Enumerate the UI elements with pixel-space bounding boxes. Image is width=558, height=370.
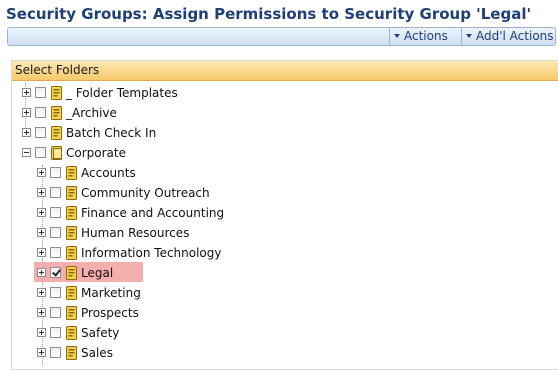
folder-checkbox[interactable] <box>50 227 61 238</box>
actions-menu-button[interactable]: Actions <box>389 28 454 45</box>
actions-toolbar: Actions Add'l Actions <box>7 27 556 46</box>
tree-item-prospects[interactable]: Prospects <box>37 302 139 322</box>
folder-icon <box>66 165 77 180</box>
tree-item-archive[interactable]: _Archive <box>22 102 117 122</box>
tree-item-label: Safety <box>81 325 120 340</box>
folder-icon <box>66 185 77 200</box>
folder-checkbox[interactable] <box>35 87 46 98</box>
tree-item-batch-check-in[interactable]: Batch Check In <box>22 122 156 142</box>
plus-expander-icon[interactable] <box>37 208 46 217</box>
plus-expander-icon[interactable] <box>37 348 46 357</box>
folder-checkbox[interactable] <box>50 287 61 298</box>
folder-checkbox[interactable] <box>50 327 61 338</box>
folder-icon <box>66 285 77 300</box>
tree-item-label: Human Resources <box>81 225 190 240</box>
folder-checkbox[interactable] <box>50 247 61 258</box>
folder-icon <box>66 265 77 280</box>
tree-item-label: _Archive <box>66 105 117 120</box>
plus-expander-icon[interactable] <box>37 308 46 317</box>
tree-item-human-resources[interactable]: Human Resources <box>37 222 189 242</box>
folder-checkbox[interactable] <box>50 167 61 178</box>
plus-expander-icon[interactable] <box>22 88 31 97</box>
folder-icon <box>66 205 77 220</box>
tree-item-label: Community Outreach <box>81 185 210 200</box>
folder-checkbox[interactable] <box>35 107 46 118</box>
tree-item-legal[interactable]: Legal <box>33 262 144 282</box>
tree-item-corporate[interactable]: Corporate <box>22 142 126 162</box>
plus-expander-icon[interactable] <box>37 228 46 237</box>
panel-header: Select Folders <box>12 61 558 81</box>
page-title: Security Groups: Assign Permissions to S… <box>6 5 532 23</box>
tree-item-finance-and-accounting[interactable]: Finance and Accounting <box>37 202 224 222</box>
actions-menu-label: Actions <box>404 29 448 43</box>
folder-icon <box>51 105 62 120</box>
tree-item-label: Batch Check In <box>66 125 157 140</box>
folder-checkbox-checked[interactable] <box>50 267 61 278</box>
folder-checkbox[interactable] <box>50 187 61 198</box>
chevron-down-icon <box>394 34 400 38</box>
folder-icon <box>66 345 77 360</box>
tree-item-label: Corporate <box>66 145 126 160</box>
folder-icon <box>66 325 77 340</box>
folder-checkbox[interactable] <box>50 207 61 218</box>
folder-checkbox[interactable] <box>35 147 46 158</box>
tree-item-label: Marketing <box>81 285 141 300</box>
tree-item-safety[interactable]: Safety <box>37 322 119 342</box>
addl-actions-menu-label: Add'l Actions <box>476 29 554 43</box>
tree-item-sales[interactable]: Sales <box>37 342 113 362</box>
folder-checkbox[interactable] <box>50 347 61 358</box>
tree-item-information-technology[interactable]: Information Technology <box>37 242 222 262</box>
minus-expander-icon[interactable] <box>22 148 31 157</box>
tree-item-marketing[interactable]: Marketing <box>37 282 141 302</box>
plus-expander-icon[interactable] <box>22 108 31 117</box>
plus-expander-icon[interactable] <box>37 168 46 177</box>
folder-icon <box>66 245 77 260</box>
addl-actions-menu-button[interactable]: Add'l Actions <box>461 28 558 45</box>
tree-item-folder-templates[interactable]: _ Folder Templates <box>22 82 178 102</box>
folder-icon <box>66 225 77 240</box>
tree-item-label: Prospects <box>81 305 139 320</box>
tree-item-label: Accounts <box>81 165 136 180</box>
plus-expander-icon[interactable] <box>37 188 46 197</box>
plus-expander-icon[interactable] <box>22 128 31 137</box>
tree-item-label: _ Folder Templates <box>66 85 178 100</box>
chevron-down-icon <box>466 34 472 38</box>
folder-checkbox[interactable] <box>35 127 46 138</box>
folder-icon <box>51 85 62 100</box>
folder-open-icon <box>51 145 62 160</box>
tree-item-accounts[interactable]: Accounts <box>37 162 136 182</box>
tree-item-community-outreach[interactable]: Community Outreach <box>37 182 210 202</box>
select-folders-panel: Select Folders _ Folder Templates _Archi… <box>11 60 558 370</box>
plus-expander-icon[interactable] <box>37 248 46 257</box>
plus-expander-icon[interactable] <box>37 328 46 337</box>
folder-icon <box>51 125 62 140</box>
folder-icon <box>66 305 77 320</box>
tree-item-label: Information Technology <box>81 245 222 260</box>
tree-item-label: Legal <box>81 265 114 280</box>
plus-expander-icon[interactable] <box>37 288 46 297</box>
tree-item-label: Finance and Accounting <box>81 205 225 220</box>
plus-expander-icon[interactable] <box>37 268 46 277</box>
tree-item-label: Sales <box>81 345 113 360</box>
folder-checkbox[interactable] <box>50 307 61 318</box>
